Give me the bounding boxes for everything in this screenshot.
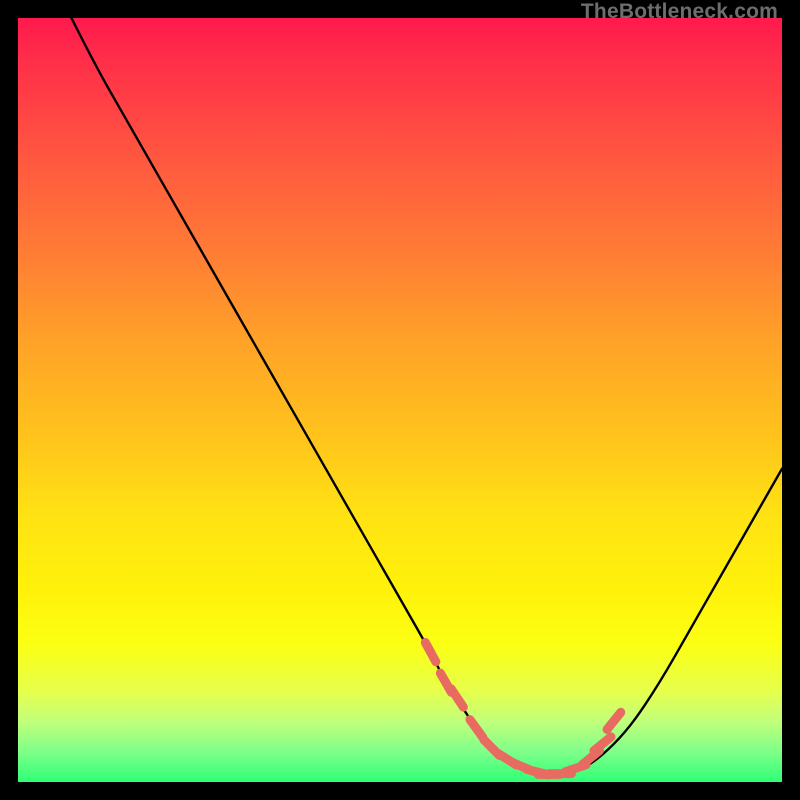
bottleneck-curve — [71, 18, 782, 774]
trough-marker — [451, 689, 463, 707]
chart-plot-area — [18, 18, 782, 782]
trough-marker-group — [425, 642, 620, 774]
watermark-text: TheBottleneck.com — [581, 0, 778, 24]
chart-svg — [18, 18, 782, 782]
trough-marker — [607, 712, 621, 729]
trough-marker — [425, 642, 436, 661]
trough-marker — [470, 720, 483, 738]
